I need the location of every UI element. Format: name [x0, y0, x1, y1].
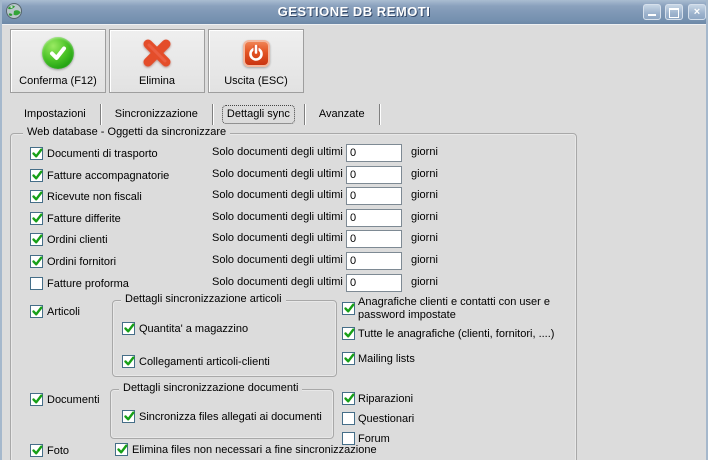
checkbox-foto[interactable]	[30, 444, 43, 457]
checkbox-quantita-a-magazzino[interactable]	[122, 322, 135, 335]
label-solo-documenti: Solo documenti degli ultimi	[212, 168, 343, 180]
label-ordini-fornitori: Ordini fornitori	[47, 256, 117, 268]
label-ricevute-non-fiscali: Ricevute non fiscali	[47, 191, 142, 203]
checkbox-anagrafiche-clienti-contatti[interactable]	[342, 302, 355, 315]
giorni-input-ordini-fornitori[interactable]	[346, 252, 402, 270]
giorni-input-documenti-di-trasporto[interactable]	[346, 144, 402, 162]
checkbox-sincronizza-files-allegati[interactable]	[122, 410, 135, 423]
checkbox-fatture-accompagnatorie[interactable]	[30, 169, 43, 182]
checkbox-questionari[interactable]	[342, 412, 355, 425]
label-quantita-a-magazzino: Quantita' a magazzino	[139, 323, 249, 335]
uscita-label: Uscita (ESC)	[224, 75, 288, 87]
label-fatture-accompagnatorie: Fatture accompagnatorie	[47, 170, 170, 182]
label-elimina-files-non-necessari: Elimina files non necessari a fine sincr…	[132, 444, 377, 456]
checkbox-fatture-proforma[interactable]	[30, 277, 43, 290]
label-riparazioni: Riparazioni	[358, 393, 414, 405]
giorni-input-fatture-proforma[interactable]	[346, 274, 402, 292]
label-solo-documenti: Solo documenti degli ultimi	[212, 254, 343, 266]
elimina-button[interactable]: Elimina	[109, 29, 205, 93]
conferma-label: Conferma (F12)	[19, 75, 97, 87]
checkbox-documenti-di-trasporto[interactable]	[30, 147, 43, 160]
label-anagrafiche-clienti-contatti: Anagrafiche clienti e contatti con user …	[358, 296, 551, 321]
label-giorni: giorni	[411, 276, 438, 288]
label-tutte-le-anagrafiche: Tutte le anagrafiche (clienti, fornitori…	[358, 328, 555, 340]
tab-avanzate[interactable]: Avanzate	[305, 104, 380, 125]
checkbox-tutte-le-anagrafiche[interactable]	[342, 327, 355, 340]
label-giorni: giorni	[411, 254, 438, 266]
label-mailing-lists: Mailing lists	[358, 353, 415, 365]
label-foto: Foto	[47, 445, 70, 457]
confirm-check-icon	[11, 36, 105, 70]
giorni-input-ordini-clienti[interactable]	[346, 230, 402, 248]
minimize-button[interactable]	[643, 4, 661, 20]
label-fatture-differite: Fatture differite	[47, 213, 121, 225]
tab-sincronizzazione[interactable]: Sincronizzazione	[101, 104, 213, 125]
label-solo-documenti: Solo documenti degli ultimi	[212, 232, 343, 244]
label-sincronizza-files-allegati: Sincronizza files allegati ai documenti	[139, 411, 322, 423]
checkbox-riparazioni[interactable]	[342, 392, 355, 405]
label-giorni: giorni	[411, 168, 438, 180]
label-fatture-proforma: Fatture proforma	[47, 278, 129, 290]
checkbox-ordini-clienti[interactable]	[30, 233, 43, 246]
close-button[interactable]: ×	[688, 4, 706, 20]
uscita-button[interactable]: Uscita (ESC)	[208, 29, 304, 93]
label-giorni: giorni	[411, 189, 438, 201]
label-giorni: giorni	[411, 146, 438, 158]
giorni-input-fatture-differite[interactable]	[346, 209, 402, 227]
label-solo-documenti: Solo documenti degli ultimi	[212, 276, 343, 288]
checkbox-collegamenti-articoli-clienti[interactable]	[122, 355, 135, 368]
groupbox-title: Web database - Oggetti da sincronizzare	[23, 126, 231, 138]
giorni-input-ricevute-non-fiscali[interactable]	[346, 187, 402, 205]
label-giorni: giorni	[411, 232, 438, 244]
label-solo-documenti: Solo documenti degli ultimi	[212, 211, 343, 223]
giorni-input-fatture-accompagnatorie[interactable]	[346, 166, 402, 184]
label-articoli: Articoli	[47, 306, 81, 318]
label-questionari: Questionari	[358, 413, 415, 425]
checkbox-ordini-fornitori[interactable]	[30, 255, 43, 268]
dettagli-articoli-title: Dettagli sincronizzazione articoli	[121, 293, 286, 305]
tab-impostazioni[interactable]: Impostazioni	[10, 104, 101, 125]
maximize-button[interactable]	[665, 4, 683, 20]
toolbar: Conferma (F12) Elimina Uscita (ESC)	[2, 24, 706, 101]
elimina-label: Elimina	[138, 75, 176, 87]
checkbox-documenti[interactable]	[30, 393, 43, 406]
gestione-db-remoti-window: GESTIONE DB REMOTI × Conferma (F12) Elim…	[0, 0, 708, 460]
title-bar: GESTIONE DB REMOTI ×	[2, 0, 706, 25]
tab-dettagli-sync[interactable]: Dettagli sync	[213, 104, 305, 125]
label-solo-documenti: Solo documenti degli ultimi	[212, 146, 343, 158]
label-collegamenti-articoli-clienti: Collegamenti articoli-clienti	[139, 356, 270, 368]
label-documenti: Documenti	[47, 394, 100, 406]
label-giorni: giorni	[411, 211, 438, 223]
checkbox-fatture-differite[interactable]	[30, 212, 43, 225]
checkbox-elimina-files-non-necessari[interactable]	[115, 443, 128, 456]
delete-x-icon	[110, 36, 204, 70]
label-documenti-di-trasporto: Documenti di trasporto	[47, 148, 158, 160]
tab-strip: Impostazioni Sincronizzazione Dettagli s…	[10, 104, 380, 125]
checkbox-mailing-lists[interactable]	[342, 352, 355, 365]
dettagli-documenti-title: Dettagli sincronizzazione documenti	[119, 382, 303, 394]
checkbox-ricevute-non-fiscali[interactable]	[30, 190, 43, 203]
label-solo-documenti: Solo documenti degli ultimi	[212, 189, 343, 201]
checkbox-articoli[interactable]	[30, 305, 43, 318]
conferma-button[interactable]: Conferma (F12)	[10, 29, 106, 93]
label-ordini-clienti: Ordini clienti	[47, 234, 108, 246]
power-icon	[209, 36, 303, 70]
window-title: GESTIONE DB REMOTI	[277, 4, 431, 19]
